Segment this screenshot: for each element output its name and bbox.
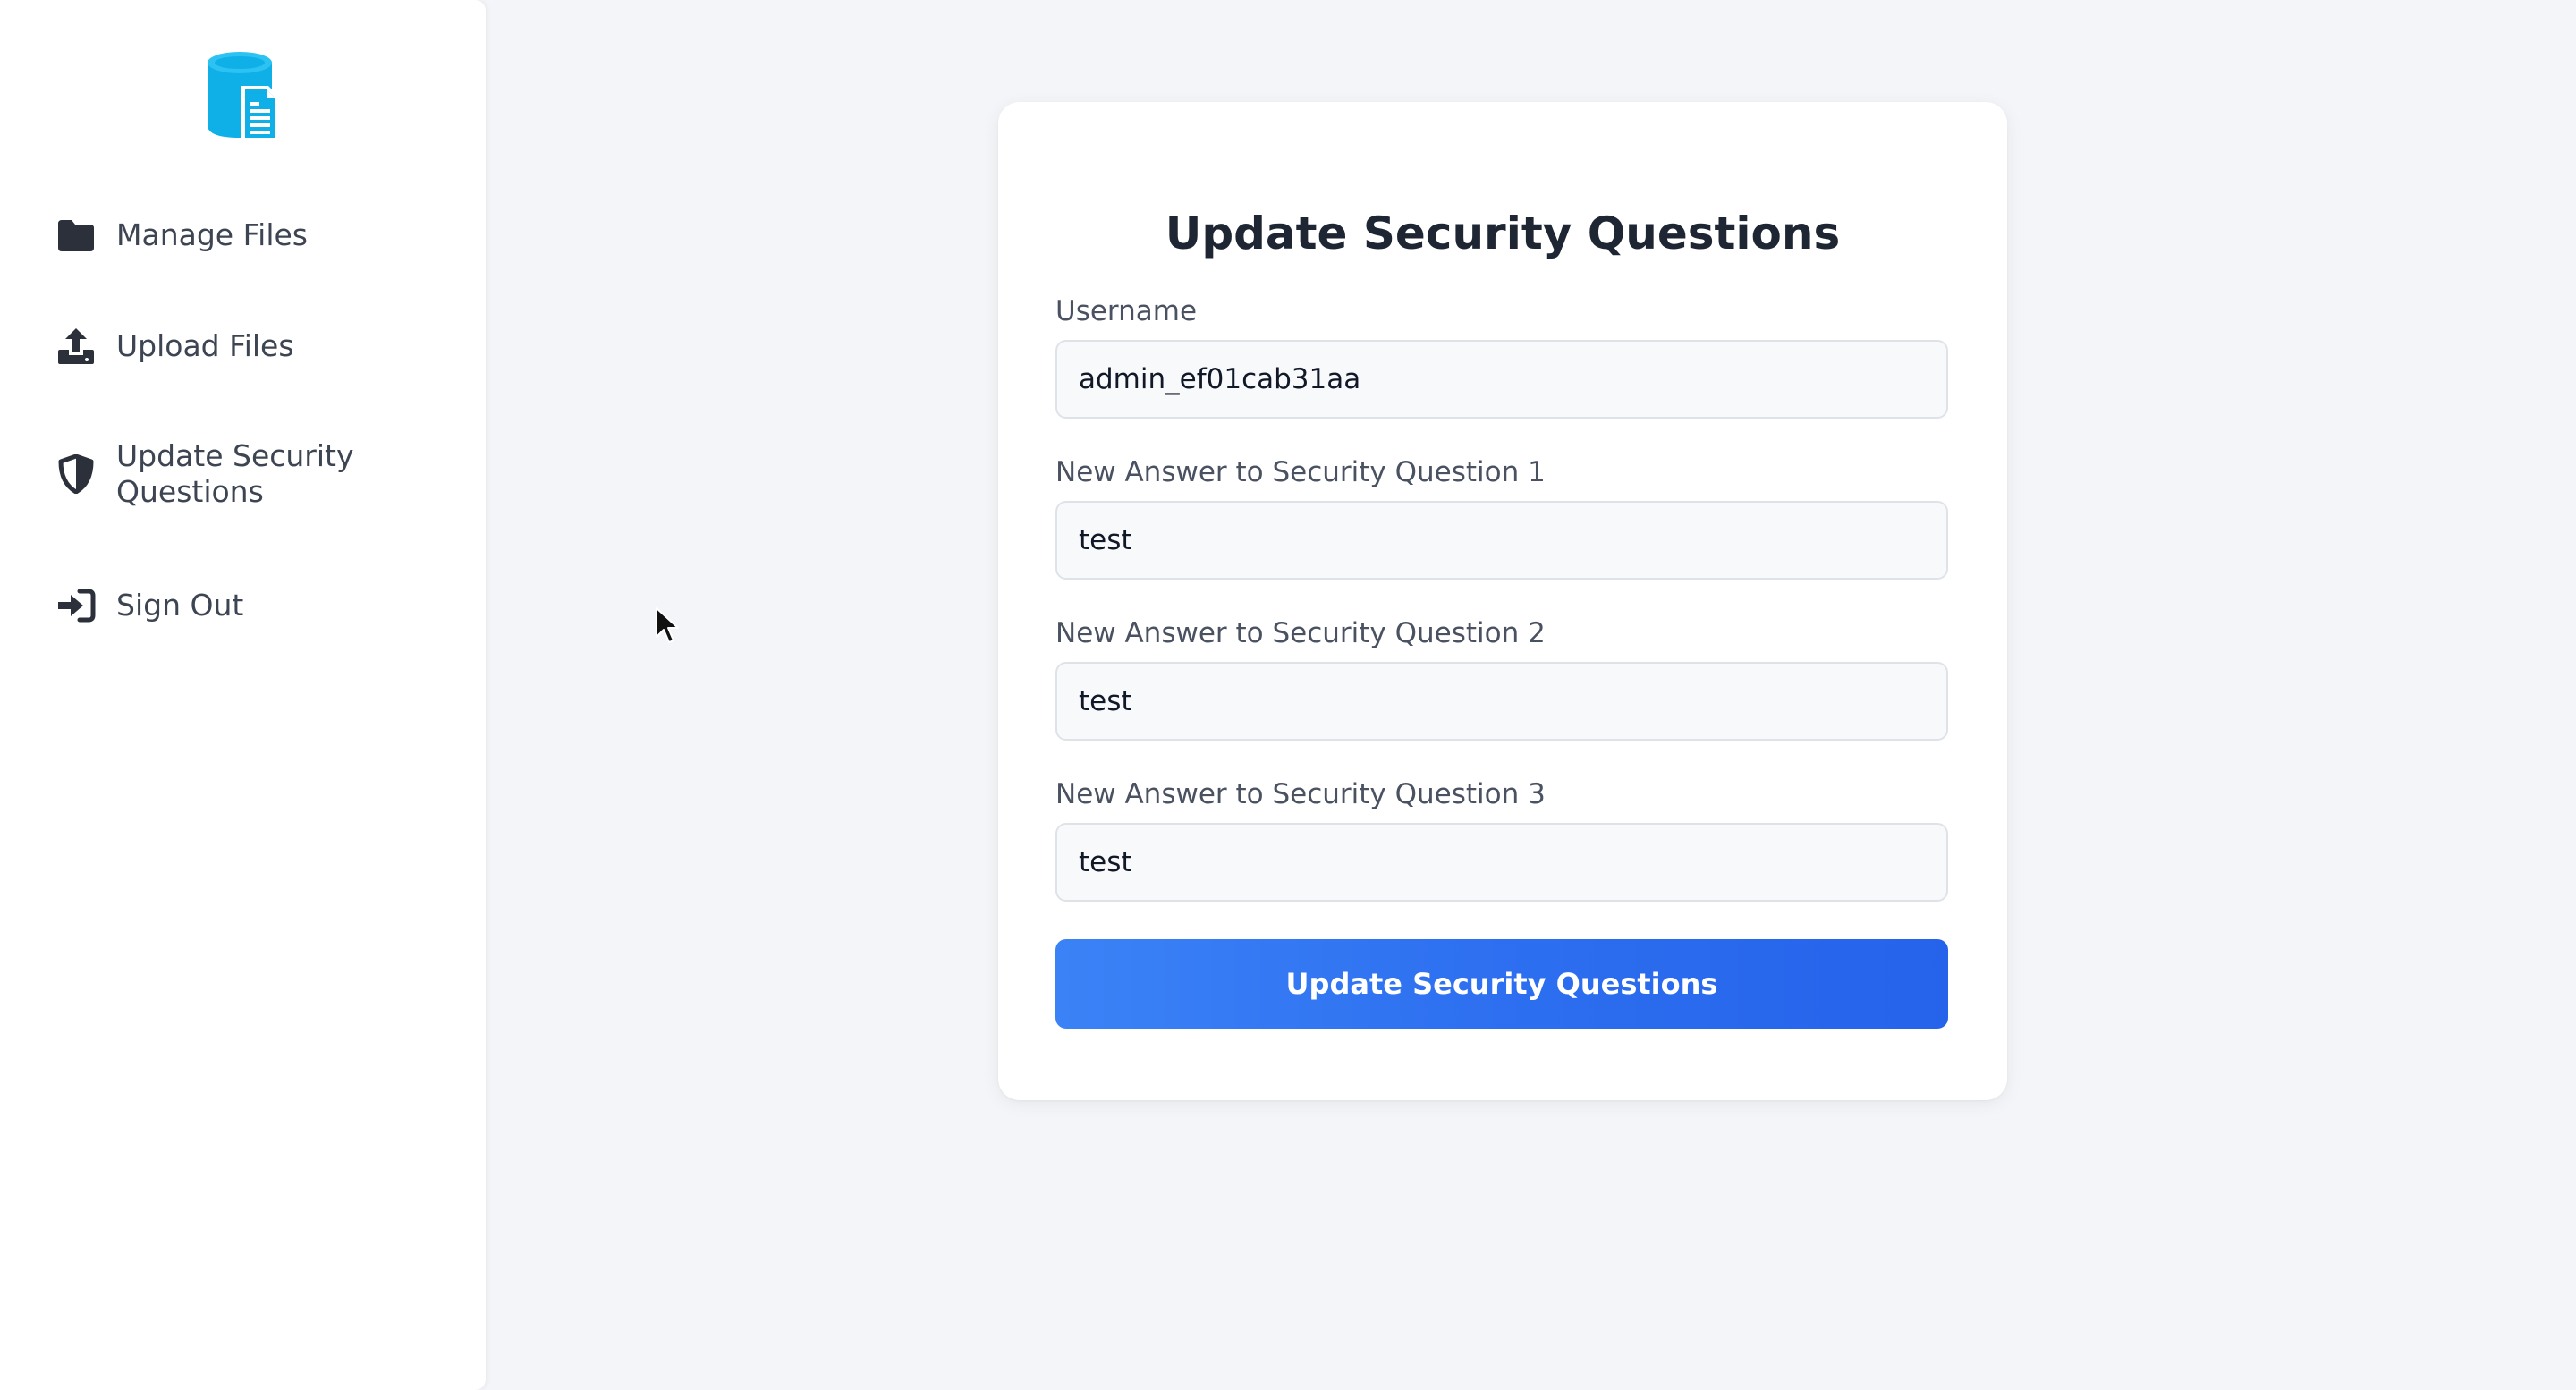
- answer-3-field[interactable]: [1055, 823, 1948, 902]
- sign-out-icon: [55, 585, 97, 626]
- folder-icon: [55, 215, 97, 256]
- answer-3-label: New Answer to Security Question 3: [1055, 778, 1546, 810]
- answer-1-label: New Answer to Security Question 1: [1055, 456, 1546, 488]
- answer-2-label: New Answer to Security Question 2: [1055, 617, 1546, 649]
- page-title: Update Security Questions: [1165, 208, 1841, 259]
- sidebar-item-label: Manage Files: [116, 217, 308, 252]
- shield-icon: [55, 453, 97, 495]
- mouse-cursor-icon: [655, 606, 680, 646]
- sidebar-item-manage-files[interactable]: Manage Files: [55, 215, 308, 256]
- file-storage-icon: [204, 48, 283, 145]
- sidebar-item-label: Sign Out: [116, 588, 244, 623]
- sidebar-item-label: Upload Files: [116, 328, 294, 363]
- app-root: Manage Files Upload Files Update Securit…: [0, 0, 2576, 1390]
- sidebar: Manage Files Upload Files Update Securit…: [0, 0, 486, 1390]
- sidebar-item-label: Update Security Questions: [116, 438, 354, 509]
- sidebar-item-upload-files[interactable]: Upload Files: [55, 326, 294, 367]
- username-label: Username: [1055, 295, 1198, 327]
- username-field[interactable]: [1055, 340, 1948, 419]
- sidebar-item-sign-out[interactable]: Sign Out: [55, 585, 243, 626]
- answer-1-field[interactable]: [1055, 501, 1948, 580]
- update-security-questions-button[interactable]: Update Security Questions: [1055, 939, 1948, 1029]
- answer-2-field[interactable]: [1055, 662, 1948, 741]
- upload-icon: [55, 326, 97, 367]
- sidebar-item-update-security-questions[interactable]: Update Security Questions: [55, 438, 385, 510]
